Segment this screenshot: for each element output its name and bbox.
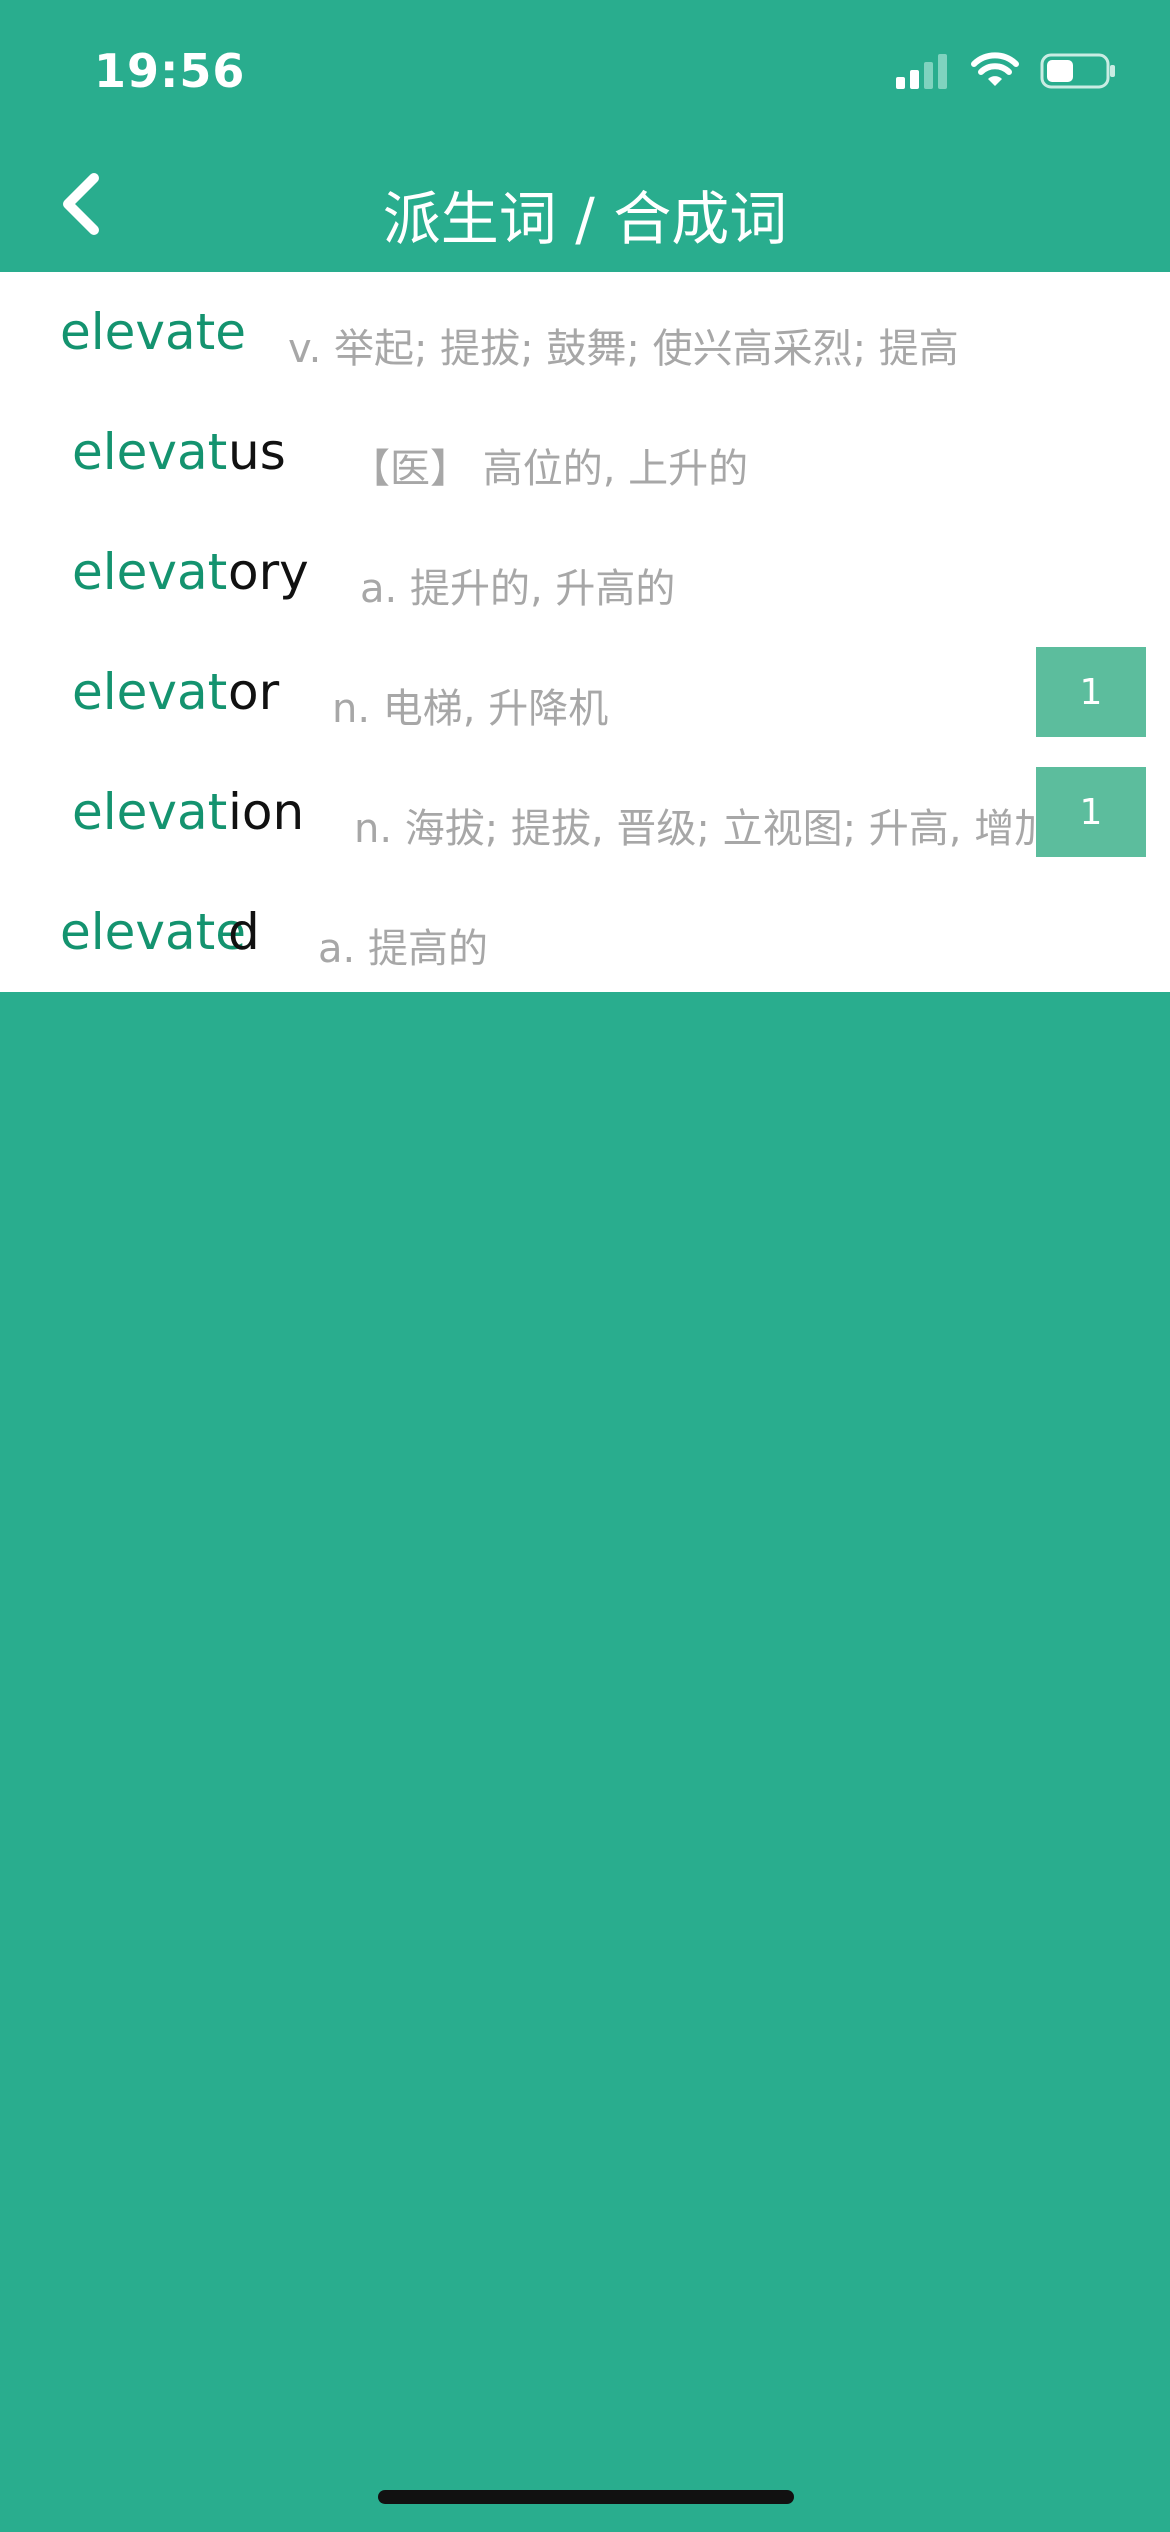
- status-bar: 19:56: [0, 0, 1170, 150]
- word-stem: elevate: [60, 903, 247, 961]
- word-suffix: ory: [228, 543, 309, 601]
- cellular-signal-icon: [896, 54, 947, 89]
- word-suffix: us: [228, 423, 286, 481]
- status-time: 19:56: [94, 44, 246, 98]
- word-suffix: or: [228, 663, 280, 721]
- word-list: elevate v. 举起; 提拔; 鼓舞; 使兴高采烈; 提高 elevat …: [0, 272, 1170, 992]
- battery-icon: [1040, 53, 1115, 89]
- word-row[interactable]: elevat or n. 电梯, 升降机 1: [0, 632, 1170, 752]
- word-stem: elevat: [72, 783, 228, 841]
- word-stem: elevat: [72, 663, 228, 721]
- status-icons: [896, 52, 1116, 90]
- nav-bar: 派生词 / 合成词: [0, 150, 1170, 272]
- home-indicator: [378, 2490, 794, 2504]
- word-row[interactable]: elevat ion n. 海拔; 提拔, 晋级; 立视图; 升高, 增加 1: [0, 752, 1170, 872]
- word-row[interactable]: elevat ory a. 提升的, 升高的: [0, 512, 1170, 632]
- page-title: 派生词 / 合成词: [382, 185, 788, 253]
- word-stem: elevat: [72, 543, 228, 601]
- word-definition: a. 提高的: [318, 926, 488, 972]
- word-row[interactable]: elevate v. 举起; 提拔; 鼓舞; 使兴高采烈; 提高: [0, 272, 1170, 392]
- count-badge[interactable]: 1: [1036, 767, 1146, 857]
- word-row[interactable]: elevat us 【医】 高位的, 上升的: [0, 392, 1170, 512]
- word-stem: elevate: [60, 303, 247, 361]
- word-definition: 【医】 高位的, 上升的: [350, 446, 749, 492]
- count-badge[interactable]: 1: [1036, 647, 1146, 737]
- word-row[interactable]: elevate d a. 提高的: [0, 872, 1170, 992]
- word-definition: a. 提升的, 升高的: [360, 566, 676, 612]
- word-definition: n. 电梯, 升降机: [332, 686, 609, 732]
- word-suffix: d: [228, 903, 260, 961]
- word-suffix: ion: [228, 783, 305, 841]
- word-definition: n. 海拔; 提拔, 晋级; 立视图; 升高, 增加: [354, 806, 1055, 852]
- wifi-icon: [971, 52, 1019, 86]
- word-definition: v. 举起; 提拔; 鼓舞; 使兴高采烈; 提高: [288, 326, 959, 372]
- word-stem: elevat: [72, 423, 228, 481]
